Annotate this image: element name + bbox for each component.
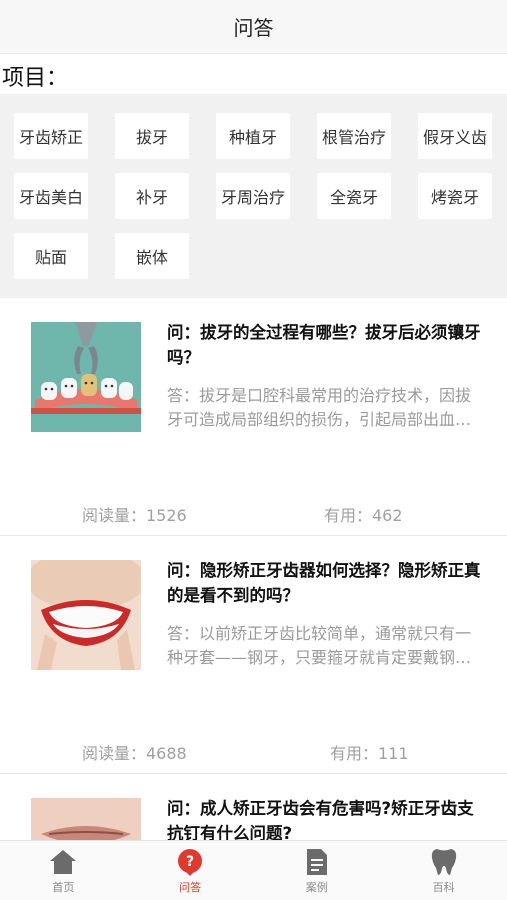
tag-implant[interactable]: 种植牙 bbox=[216, 113, 290, 159]
tab-home[interactable]: 首页 bbox=[0, 841, 127, 900]
smile-aligner-photo bbox=[31, 560, 141, 670]
tab-cases[interactable]: 案例 bbox=[254, 841, 381, 900]
question-text: 问：隐形矫正牙齿器如何选择？隐形矫正真的是看不到的吗？ bbox=[167, 561, 481, 605]
tag-root-canal[interactable]: 根管治疗 bbox=[317, 113, 391, 159]
qa-card[interactable]: 问：隐形矫正牙齿器如何选择？隐形矫正真的是看不到的吗？ 答：以前矫正牙齿比较简单… bbox=[0, 536, 507, 774]
useful-count: 有用：462 bbox=[324, 506, 403, 525]
lips-photo bbox=[31, 798, 141, 840]
answer-preview: 答：拔牙是口腔科最常用的治疗技术，因拔牙可造成局部组织的损伤，引起局部出血、疼痛… bbox=[167, 386, 472, 429]
question-text: 问：拔牙的全过程有哪些？拔牙后必须镶牙吗？ bbox=[167, 323, 481, 367]
tab-encyclopedia[interactable]: 百科 bbox=[380, 841, 507, 900]
tab-label: 问答 bbox=[179, 881, 202, 894]
tag-inlay[interactable]: 嵌体 bbox=[115, 233, 189, 279]
tag-dentures[interactable]: 假牙义齿 bbox=[418, 113, 492, 159]
question-icon: ? bbox=[175, 847, 205, 877]
question-text: 问：成人矫正牙齿会有危害吗?矫正牙齿支抗钉有什么问题? bbox=[167, 799, 474, 840]
project-label: 项目： bbox=[2, 66, 69, 91]
tag-all-ceramic[interactable]: 全瓷牙 bbox=[317, 173, 391, 219]
answer-preview: 答：以前矫正牙齿比较简单，通常就只有一种牙套——钢牙，只要箍牙就肯定要戴钢牙。 bbox=[167, 624, 472, 667]
qa-card[interactable]: 问：成人矫正牙齿会有危害吗?矫正牙齿支抗钉有什么问题? bbox=[0, 774, 507, 840]
read-count: 阅读量：4688 bbox=[82, 744, 187, 763]
tag-filling[interactable]: 补牙 bbox=[115, 173, 189, 219]
useful-count: 有用：111 bbox=[330, 744, 409, 763]
project-tag-panel: 牙齿矫正 拔牙 种植牙 根管治疗 假牙义齿 牙齿美白 补牙 牙周治疗 全瓷牙 烤… bbox=[0, 94, 507, 298]
tag-orthodontics[interactable]: 牙齿矫正 bbox=[14, 113, 88, 159]
page-title: 问答 bbox=[233, 16, 274, 40]
tag-porcelain[interactable]: 烤瓷牙 bbox=[418, 173, 492, 219]
home-icon bbox=[48, 847, 78, 877]
qa-card[interactable]: 问：拔牙的全过程有哪些？拔牙后必须镶牙吗？ 答：拔牙是口腔科最常用的治疗技术，因… bbox=[0, 298, 507, 536]
read-count: 阅读量：1526 bbox=[82, 506, 187, 525]
tag-veneer[interactable]: 贴面 bbox=[14, 233, 88, 279]
svg-text:?: ? bbox=[186, 854, 194, 870]
nav-bar: 问答 bbox=[0, 0, 507, 54]
tag-periodontal[interactable]: 牙周治疗 bbox=[216, 173, 290, 219]
tab-label: 首页 bbox=[52, 881, 75, 894]
document-icon bbox=[302, 847, 332, 877]
bottom-tab-bar: 首页 ? 问答 案例 百科 bbox=[0, 840, 507, 900]
tab-label: 百科 bbox=[432, 881, 455, 894]
tooth-extraction-illustration bbox=[31, 322, 141, 432]
tag-whitening[interactable]: 牙齿美白 bbox=[14, 173, 88, 219]
tab-qa[interactable]: ? 问答 bbox=[127, 841, 254, 900]
tooth-icon bbox=[429, 847, 459, 877]
tab-label: 案例 bbox=[305, 881, 328, 894]
tag-extraction[interactable]: 拔牙 bbox=[115, 113, 189, 159]
